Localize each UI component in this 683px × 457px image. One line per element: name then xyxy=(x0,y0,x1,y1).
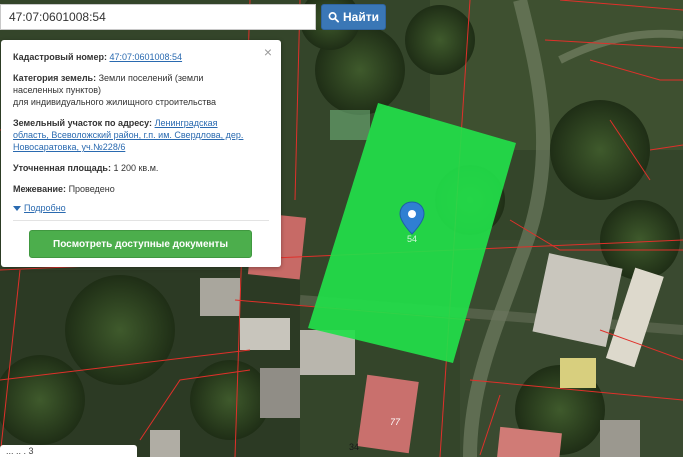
popup-divider xyxy=(13,220,269,221)
survey-label: Межевание: xyxy=(13,184,67,194)
address-row: Земельный участок по адресу: Ленинградск… xyxy=(13,117,269,153)
cadastral-search-input[interactable] xyxy=(0,4,316,30)
land-category-value-2: населенных пунктов) xyxy=(13,85,102,95)
address-link-3[interactable]: Новосаратовка, уч.№228/6 xyxy=(13,142,125,152)
address-label: Земельный участок по адресу: xyxy=(13,118,153,128)
search-button-label: Найти xyxy=(343,10,379,24)
survey-value: Проведено xyxy=(68,184,115,194)
more-details-toggle[interactable]: Подробно xyxy=(13,202,269,214)
address-link-1[interactable]: Ленинградская xyxy=(155,118,218,128)
parcel-info-popup: × Кадастровый номер: 47:07:0601008:54 Ка… xyxy=(1,40,281,267)
street-number-label: 34 xyxy=(349,442,359,452)
cadastral-number-row: Кадастровый номер: 47:07:0601008:54 xyxy=(13,51,269,63)
close-icon[interactable]: × xyxy=(264,45,272,59)
parcel-number-label: 54 xyxy=(407,234,417,244)
land-category-row: Категория земель: Земли поселений (земли… xyxy=(13,72,269,108)
area-value: 1 200 кв.м. xyxy=(113,163,159,173)
area-row: Уточненная площадь: 1 200 кв.м. xyxy=(13,162,269,174)
land-category-value-1: Земли поселений (земли xyxy=(98,73,204,83)
area-label: Уточненная площадь: xyxy=(13,163,111,173)
house-number-label: 77 xyxy=(390,417,401,427)
more-details-link[interactable]: Подробно xyxy=(24,202,66,214)
cadastral-number-link[interactable]: 47:07:0601008:54 xyxy=(109,52,182,62)
land-category-value-3: для индивидуального жилищного строительс… xyxy=(13,97,217,107)
survey-row: Межевание: Проведено xyxy=(13,183,269,195)
search-button[interactable]: Найти xyxy=(321,4,386,30)
view-documents-button[interactable]: Посмотреть доступные документы xyxy=(29,230,252,258)
land-category-label: Категория земель: xyxy=(13,73,97,83)
search-icon xyxy=(328,12,340,23)
address-link-2[interactable]: область, Всеволожский район, г.п. им. Св… xyxy=(13,130,243,140)
bottom-info-box: ... .. . 3 xyxy=(0,445,137,457)
caret-down-icon xyxy=(13,205,21,211)
cadastral-number-label: Кадастровый номер: xyxy=(13,52,107,62)
